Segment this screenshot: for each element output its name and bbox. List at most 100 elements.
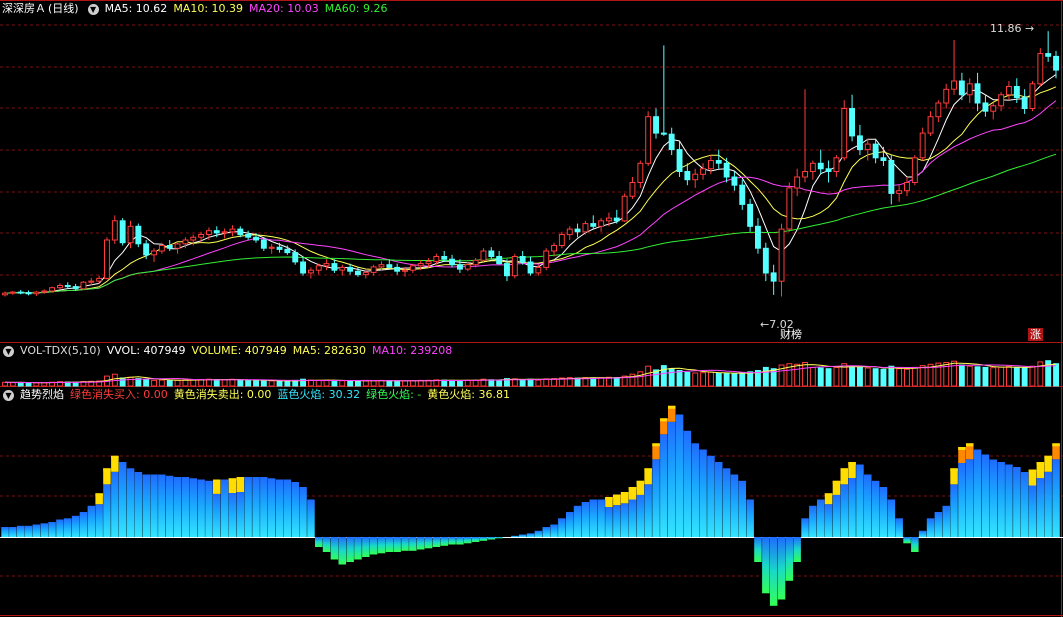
flame-tip xyxy=(628,487,637,490)
flame-bar xyxy=(934,512,943,537)
volume-bar xyxy=(386,380,393,387)
chart-canvas xyxy=(0,0,1063,617)
stock-name[interactable]: 深深房Ａ xyxy=(2,1,46,17)
flame-indicator-name[interactable]: 趋势烈焰 xyxy=(20,387,64,403)
candle-body xyxy=(386,264,393,268)
period-label[interactable]: (日线) xyxy=(48,1,79,17)
volume-bar xyxy=(362,380,369,387)
candle-body xyxy=(1037,53,1044,85)
candle-body xyxy=(394,266,401,272)
candle-body xyxy=(551,245,557,252)
flame-tip xyxy=(848,462,856,465)
flame-tip xyxy=(832,480,841,484)
candle-body xyxy=(872,143,879,159)
flame-tip xyxy=(660,418,668,422)
flame-tip xyxy=(636,480,645,484)
candle-body xyxy=(417,263,424,267)
candle-body xyxy=(802,171,808,178)
flame-bar xyxy=(675,414,684,537)
flame-bar xyxy=(801,518,809,538)
flame-bar xyxy=(856,464,864,537)
volume-bar xyxy=(260,380,267,387)
candle-body xyxy=(982,102,989,112)
flame-bar xyxy=(926,518,935,538)
volume-bar xyxy=(488,379,495,387)
volume-bar xyxy=(809,366,816,387)
volume-bar xyxy=(833,366,840,387)
candle-body xyxy=(253,236,260,241)
volume-bar xyxy=(339,380,346,387)
volume-bar xyxy=(394,380,401,387)
candle-body xyxy=(464,264,471,270)
candle-body xyxy=(527,261,534,274)
flame-bar xyxy=(283,479,292,537)
volume-settings-icon[interactable]: ▼ xyxy=(3,345,14,357)
volume-bar xyxy=(715,372,722,387)
flame-bar xyxy=(581,502,590,537)
flame-bar xyxy=(220,479,229,537)
flame-bar xyxy=(166,475,174,538)
candle-body xyxy=(25,292,32,295)
arrow-right-icon: → xyxy=(1025,22,1035,35)
ma60-readout: MA60: 9.26 xyxy=(324,2,388,15)
candle-body xyxy=(504,263,510,277)
flame-tip xyxy=(613,494,621,498)
volume-bar xyxy=(417,379,424,387)
volume-bar xyxy=(825,368,832,387)
candle-body xyxy=(9,291,16,294)
flame-bar xyxy=(644,484,652,538)
volume-bar xyxy=(982,366,989,387)
volume-bar xyxy=(519,379,526,387)
flame-bar-negative xyxy=(354,537,362,560)
candle-body xyxy=(511,256,518,277)
flame-tip xyxy=(1052,443,1060,447)
volume-bar xyxy=(17,381,24,387)
flame-bar xyxy=(291,482,299,537)
volume-bar xyxy=(543,378,550,387)
flame-tip xyxy=(644,468,652,472)
volume-bar xyxy=(896,368,903,387)
flame-bar xyxy=(691,443,699,538)
candle-body xyxy=(684,171,691,181)
flame-bar-negative xyxy=(346,537,354,562)
ma10-readout: MA10: 10.39 xyxy=(173,2,244,15)
volume-bars[interactable] xyxy=(2,360,1059,387)
flame-bar xyxy=(558,518,566,538)
candle-body xyxy=(88,280,95,283)
candle-body xyxy=(943,88,950,104)
rise-tag[interactable]: 涨 xyxy=(1028,328,1043,341)
candle-body xyxy=(864,143,871,151)
flame-bar xyxy=(134,472,143,537)
flame-bar xyxy=(189,478,197,538)
volume-indicator-name[interactable]: VOL-TDX(5,10) xyxy=(20,343,101,359)
flame-bar xyxy=(942,505,950,538)
flame-settings-icon[interactable]: ▼ xyxy=(3,389,14,401)
flame-bar xyxy=(1036,478,1045,537)
candle-body xyxy=(308,269,314,274)
candle-body xyxy=(817,162,824,170)
volume-bar xyxy=(1013,366,1020,387)
flame-bar xyxy=(181,477,190,537)
flame-bar xyxy=(126,468,135,538)
flame-bar xyxy=(40,523,48,538)
flame-bar xyxy=(668,421,676,538)
volume-bar xyxy=(700,372,706,387)
candle-body xyxy=(825,168,832,173)
candle-body xyxy=(755,225,761,249)
candle-body xyxy=(2,292,8,296)
volume-bar xyxy=(864,367,871,387)
candle-body xyxy=(896,190,903,194)
volume-bar xyxy=(253,380,260,387)
flame-bar xyxy=(715,462,723,537)
report-tag[interactable]: 财榜 xyxy=(778,328,804,341)
candle-body xyxy=(637,162,644,184)
volume-bar xyxy=(990,367,997,387)
settings-circle-icon[interactable]: ▼ xyxy=(87,3,99,15)
flame-bar xyxy=(887,499,896,537)
candlestick-series[interactable] xyxy=(2,31,1059,297)
volume-ma5-readout: MA5: 282630 xyxy=(292,344,367,357)
flame-bar xyxy=(111,471,119,538)
candle-body xyxy=(809,162,816,173)
flame-tip xyxy=(236,477,245,480)
flame-bar-negative xyxy=(903,537,911,544)
